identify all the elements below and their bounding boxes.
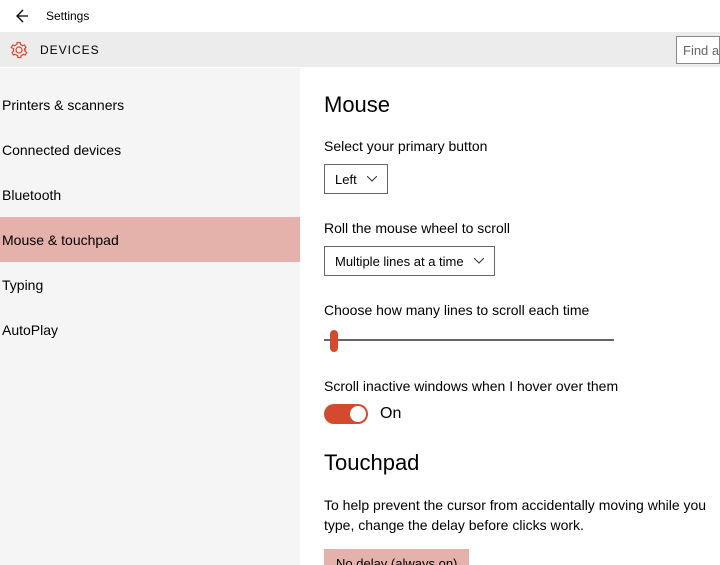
touchpad-description: To help prevent the cursor from accident… [324,496,720,535]
wheel-label: Roll the mouse wheel to scroll [324,220,720,236]
lines-label: Choose how many lines to scroll each tim… [324,302,720,318]
sidebar-item-autoplay[interactable]: AutoPlay [0,307,300,352]
sidebar-item-printers[interactable]: Printers & scanners [0,82,300,127]
slider-thumb[interactable] [330,330,338,352]
arrow-left-icon [13,8,29,24]
primary-button-label: Select your primary button [324,138,720,154]
page-title: DEVICES [40,43,100,57]
touchpad-heading: Touchpad [324,450,720,476]
back-button[interactable] [10,5,32,27]
touchpad-delay-value: No delay (always on) [336,556,457,565]
chevron-down-icon [367,176,377,182]
primary-button-value: Left [335,172,357,187]
scroll-inactive-label: Scroll inactive windows when I hover ove… [324,378,720,394]
scroll-inactive-state: On [380,405,401,423]
sidebar-item-label: Bluetooth [2,187,61,203]
sidebar-item-label: Printers & scanners [2,97,124,113]
window-title: Settings [46,9,89,23]
sidebar-item-label: Mouse & touchpad [2,232,119,248]
chevron-down-icon [474,258,484,264]
search-placeholder: Find a [683,43,719,58]
gear-icon [10,41,28,59]
wheel-value: Multiple lines at a time [335,254,464,269]
sidebar-item-label: Connected devices [2,142,121,158]
sidebar-item-mouse-touchpad[interactable]: Mouse & touchpad [0,217,300,262]
toggle-knob [350,406,366,422]
sidebar-item-bluetooth[interactable]: Bluetooth [0,172,300,217]
lines-slider[interactable] [324,328,614,352]
touchpad-delay-dropdown[interactable]: No delay (always on) [324,549,469,565]
search-input[interactable]: Find a [676,36,720,64]
scroll-inactive-toggle[interactable] [324,404,368,424]
main-content: Mouse Select your primary button Left Ro… [300,68,720,565]
sidebar-item-label: AutoPlay [2,322,58,338]
primary-button-dropdown[interactable]: Left [324,164,388,194]
sidebar-item-typing[interactable]: Typing [0,262,300,307]
sidebar-item-connected-devices[interactable]: Connected devices [0,127,300,172]
mouse-heading: Mouse [324,92,720,118]
sidebar-item-label: Typing [2,277,43,293]
sidebar: Printers & scanners Connected devices Bl… [0,68,300,565]
wheel-dropdown[interactable]: Multiple lines at a time [324,246,495,276]
slider-track [324,339,614,341]
